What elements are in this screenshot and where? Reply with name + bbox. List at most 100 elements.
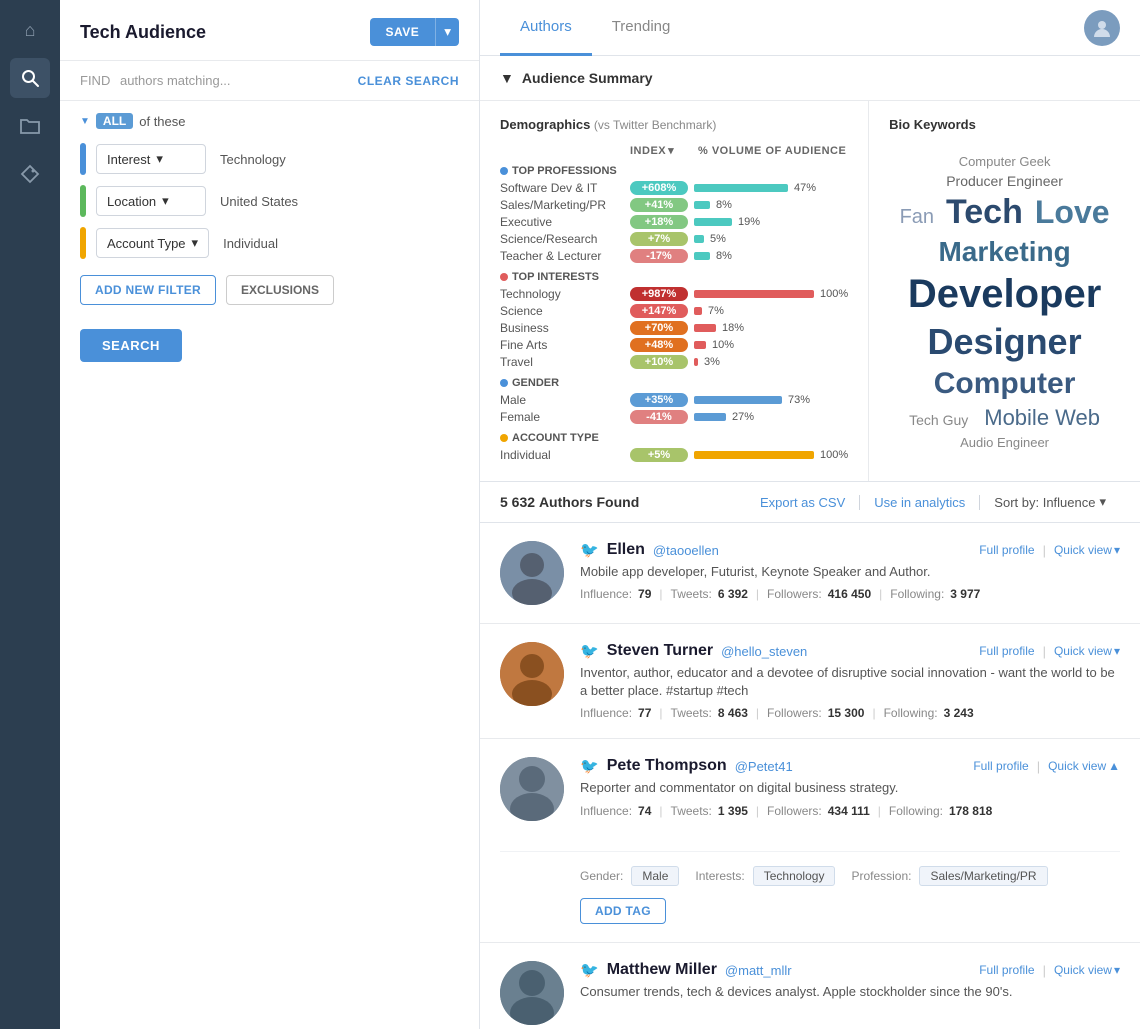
author-info-steven: 🐦 Steven Turner @hello_steven Full profi…: [580, 642, 1120, 720]
author-handle-matthew: @matt_mllr: [725, 963, 792, 978]
followers-val-steven: 15 300: [828, 706, 865, 720]
quick-view-ellen[interactable]: Quick view ▾: [1054, 543, 1120, 557]
bar-fill-sci: [694, 235, 704, 243]
bar-fill-travel: [694, 358, 698, 366]
sort-by-button[interactable]: Sort by: Influence ▾: [980, 494, 1120, 510]
vol-sales: 8%: [716, 199, 732, 211]
bar-fill-teacher: [694, 252, 710, 260]
quick-view-steven[interactable]: Quick view ▾: [1054, 644, 1120, 658]
avatar-matthew: [500, 961, 564, 1025]
author-info-matthew: 🐦 Matthew Miller @matt_mllr Full profile…: [580, 961, 1120, 1025]
nav-search-icon[interactable]: [10, 58, 50, 98]
bar-fill-tech-int: [694, 290, 814, 298]
clear-search-button[interactable]: CLEAR SEARCH: [358, 74, 459, 88]
avatar-ellen: [500, 541, 564, 605]
section-interests: TOP INTERESTS: [500, 271, 848, 283]
save-dropdown-button[interactable]: ▾: [435, 18, 459, 46]
demo-row-exec: Executive +18% 19%: [500, 215, 848, 229]
author-bio-ellen: Mobile app developer, Futurist, Keynote …: [580, 563, 1120, 581]
index-sort-icon[interactable]: ▾: [668, 144, 674, 157]
author-name-steven: Steven Turner: [607, 642, 713, 660]
panel-header: Tech Audience SAVE ▾: [60, 0, 479, 61]
index-sci: +7%: [630, 232, 688, 246]
user-avatar[interactable]: [1084, 10, 1120, 46]
vol-male: 73%: [788, 394, 810, 406]
filter-actions: ADD NEW FILTER EXCLUSIONS: [80, 275, 459, 305]
filter-type-interest[interactable]: Interest ▾: [96, 144, 206, 174]
bar-fill-sales: [694, 201, 710, 209]
audience-summary-header[interactable]: ▼ Audience Summary: [480, 56, 1140, 101]
filter-color-account: [80, 227, 86, 259]
tweets-label-ellen: Tweets:: [671, 587, 712, 601]
vs-benchmark: (vs Twitter Benchmark): [594, 118, 716, 132]
sidebar: ⌂: [0, 0, 60, 1029]
full-profile-pete[interactable]: Full profile: [973, 759, 1028, 773]
nav-folder-icon[interactable]: [10, 106, 50, 146]
bar-individual: 100%: [694, 449, 848, 461]
tab-authors[interactable]: Authors: [500, 0, 592, 56]
filter-type-interest-label: Interest: [107, 152, 150, 167]
full-profile-matthew[interactable]: Full profile: [979, 963, 1034, 977]
word-developer: Developer: [889, 272, 1120, 317]
filter-color-location: [80, 185, 86, 217]
full-profile-steven[interactable]: Full profile: [979, 644, 1034, 658]
search-button[interactable]: SEARCH: [80, 329, 182, 362]
all-badge: ALL: [96, 113, 133, 129]
add-filter-button[interactable]: ADD NEW FILTER: [80, 275, 216, 305]
demo-row-female: Female -41% 27%: [500, 410, 848, 424]
nav-home-icon[interactable]: ⌂: [10, 10, 50, 50]
use-in-analytics-button[interactable]: Use in analytics: [860, 495, 980, 510]
demo-row-travel: Travel +10% 3%: [500, 355, 848, 369]
bar-biz: 18%: [694, 322, 744, 334]
demo-name-exec: Executive: [500, 215, 630, 229]
filter-type-location[interactable]: Location ▾: [96, 186, 206, 216]
author-name-pete: Pete Thompson: [607, 757, 727, 775]
vol-tech-int: 100%: [820, 288, 848, 300]
pete-expanded-details: Gender: Male Interests: Technology Profe…: [500, 851, 1120, 924]
all-of-these: ▼ ALL of these: [80, 113, 459, 129]
bar-sci: 5%: [694, 233, 726, 245]
filter-type-account-arrow: ▾: [192, 235, 199, 251]
tab-trending[interactable]: Trending: [592, 0, 691, 56]
word-cloud: Computer Geek Producer Engineer Fan Tech…: [889, 144, 1120, 460]
avatar-pete: [500, 757, 564, 821]
index-male: +35%: [630, 393, 688, 407]
index-science-int: +147%: [630, 304, 688, 318]
bar-male: 73%: [694, 394, 810, 406]
add-tag-button-pete[interactable]: ADD TAG: [580, 898, 666, 924]
filter-type-account[interactable]: Account Type ▾: [96, 228, 209, 258]
index-sales: +41%: [630, 198, 688, 212]
profession-chip-pete: Sales/Marketing/PR: [919, 866, 1047, 886]
vol-individual: 100%: [820, 449, 848, 461]
full-profile-ellen[interactable]: Full profile: [979, 543, 1034, 557]
word-computer-geek: Computer Geek: [889, 154, 1120, 169]
demo-name-arts: Fine Arts: [500, 338, 630, 352]
word-fan: Fan: [900, 206, 934, 229]
save-button[interactable]: SAVE: [370, 18, 436, 46]
quick-view-matthew[interactable]: Quick view ▾: [1054, 963, 1120, 977]
demo-name-travel: Travel: [500, 355, 630, 369]
word-marketing: Marketing: [889, 236, 1120, 268]
filter-type-interest-arrow: ▾: [156, 151, 163, 167]
author-bio-steven: Inventor, author, educator and a devotee…: [580, 664, 1120, 700]
exclusions-button[interactable]: EXCLUSIONS: [226, 275, 334, 305]
quick-view-pete[interactable]: Quick view ▲: [1048, 759, 1120, 773]
bio-keywords-panel: Bio Keywords Computer Geek Producer Engi…: [869, 101, 1140, 481]
nav-tag-icon[interactable]: [10, 154, 50, 194]
results-number: 5 632: [500, 494, 535, 510]
demo-name-swdev: Software Dev & IT: [500, 181, 630, 195]
dot-interests: [500, 273, 508, 281]
bar-fill-science-int: [694, 307, 702, 315]
word-tech-guy: Tech Guy: [909, 412, 968, 428]
avatar-steven: [500, 642, 564, 706]
export-csv-button[interactable]: Export as CSV: [746, 495, 860, 510]
author-name-ellen: Ellen: [607, 541, 645, 559]
influence-label-ellen: Influence:: [580, 587, 632, 601]
collapse-icon[interactable]: ▼: [80, 116, 90, 127]
dot-account: [500, 434, 508, 442]
bar-travel: 3%: [694, 356, 720, 368]
find-bar: FIND authors matching... CLEAR SEARCH: [60, 61, 479, 101]
demo-row-male: Male +35% 73%: [500, 393, 848, 407]
quick-view-arrow-steven: ▾: [1114, 644, 1120, 658]
author-stats-ellen: Influence: 79 | Tweets: 6 392 | Follower…: [580, 587, 1120, 601]
